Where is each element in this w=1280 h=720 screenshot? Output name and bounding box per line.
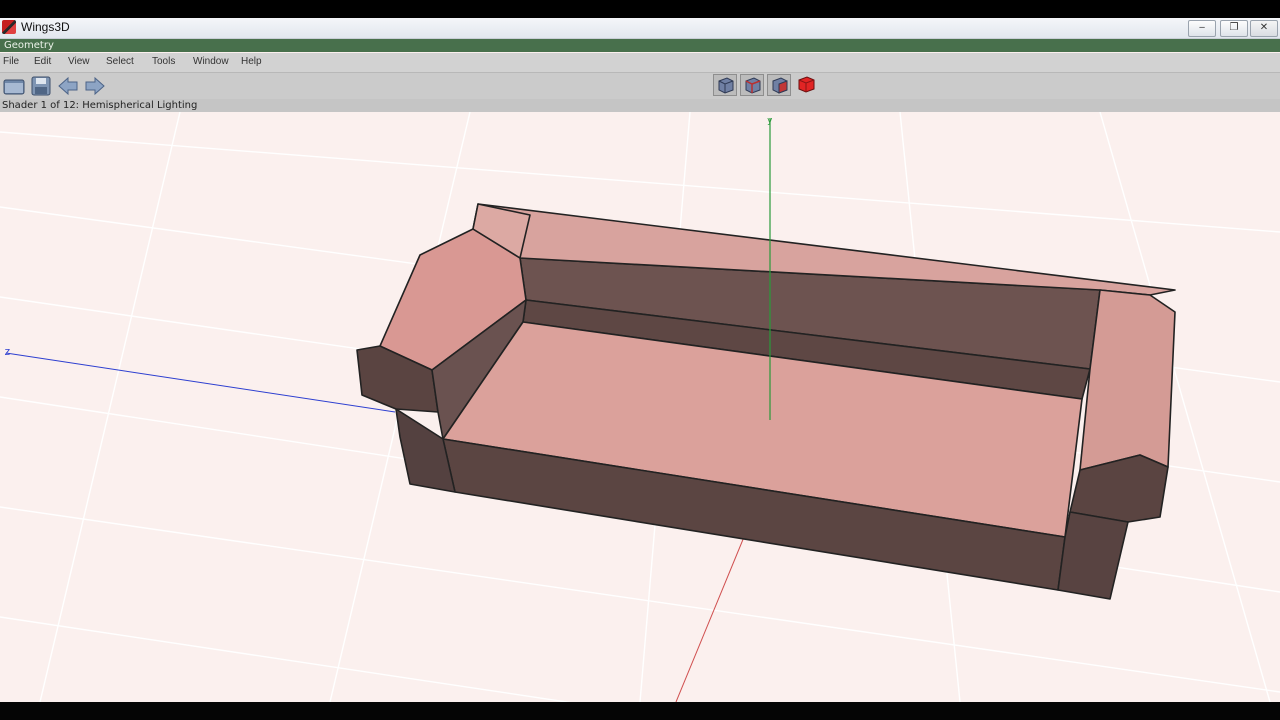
- menu-bar: File Edit View Select Tools Window Help: [0, 53, 1280, 73]
- menu-tools[interactable]: Tools: [152, 56, 175, 67]
- menu-select[interactable]: Select: [106, 56, 134, 67]
- window-title: Wings3D: [21, 20, 70, 34]
- z-axis-label: z: [4, 345, 11, 358]
- vertex-select-mode-button[interactable]: [713, 74, 737, 96]
- menu-view[interactable]: View: [68, 56, 90, 67]
- vertex-cube-icon: [718, 77, 734, 94]
- undo-arrow-icon[interactable]: [57, 75, 79, 97]
- open-icon[interactable]: [3, 75, 25, 97]
- info-line: Shader 1 of 12: Hemispherical Lighting: [0, 99, 1280, 112]
- maximize-button[interactable]: ❐: [1220, 20, 1248, 37]
- x-axis-line: [675, 536, 745, 702]
- right-base-face: [1057, 511, 1129, 600]
- geometry-window-title[interactable]: Geometry: [0, 39, 1280, 52]
- edge-select-mode-button[interactable]: [740, 74, 764, 96]
- face-select-mode-button[interactable]: [767, 74, 791, 96]
- y-axis-label: y: [767, 116, 773, 126]
- toolbar: [0, 73, 1280, 99]
- redo-arrow-icon[interactable]: [84, 75, 106, 97]
- z-axis-line: [5, 352, 396, 413]
- screen-bottom-bar: [0, 702, 1280, 720]
- menu-window[interactable]: Window: [193, 56, 229, 67]
- sofa-mesh[interactable]: [356, 203, 1176, 600]
- body-select-mode-button[interactable]: [795, 74, 819, 96]
- menu-help[interactable]: Help: [241, 56, 262, 67]
- close-button[interactable]: ✕: [1250, 20, 1278, 37]
- menu-file[interactable]: File: [3, 56, 19, 67]
- title-bar[interactable]: Wings3D ‒ ❐ ✕: [0, 18, 1280, 39]
- viewport-canvas[interactable]: z y: [0, 112, 1280, 702]
- 3d-viewport[interactable]: z y: [0, 112, 1280, 702]
- menu-edit[interactable]: Edit: [34, 56, 51, 67]
- minimize-button[interactable]: ‒: [1188, 20, 1216, 37]
- body-cube-icon: [798, 76, 815, 93]
- selection-mode-group: [713, 74, 823, 97]
- wings3d-window: Wings3D ‒ ❐ ✕ Geometry File Edit View Se…: [0, 18, 1280, 702]
- face-cube-icon: [772, 77, 788, 94]
- save-icon[interactable]: [30, 75, 52, 97]
- wings3d-app-icon[interactable]: [2, 20, 16, 34]
- edge-cube-icon: [745, 77, 761, 94]
